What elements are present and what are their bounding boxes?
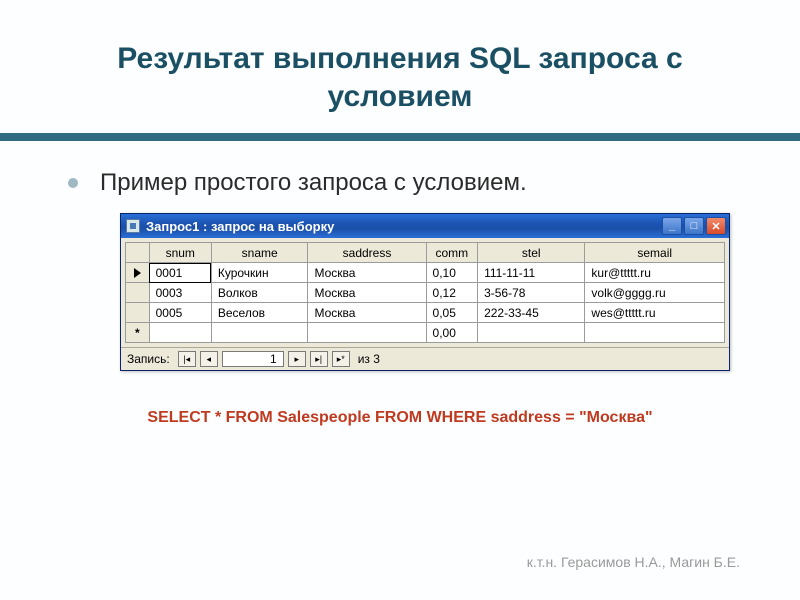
table-row[interactable]: 0001 Курочкин Москва 0,10 111-11-11 kur@… (126, 263, 725, 283)
maximize-button[interactable]: □ (684, 217, 704, 235)
cell-comm[interactable]: 0,05 (426, 303, 478, 323)
nav-prev-button[interactable]: ◂ (200, 351, 218, 367)
slide-footer: к.т.н. Герасимов Н.А., Магин Б.Е. (527, 554, 740, 570)
col-sname[interactable]: sname (211, 243, 308, 263)
header-row: snum sname saddress comm stel semail (126, 243, 725, 263)
cell-sname[interactable]: Веселов (211, 303, 308, 323)
cell-sname[interactable] (211, 323, 308, 343)
cell-saddress[interactable]: Москва (308, 303, 426, 323)
minimize-button[interactable]: _ (662, 217, 682, 235)
cell-semail[interactable]: kur@ttttt.ru (585, 263, 725, 283)
sql-statement: SELECT * FROM Salespeople FROM WHERE sad… (0, 409, 800, 427)
cell-sname[interactable]: Курочкин (211, 263, 308, 283)
table-row[interactable]: 0003 Волков Москва 0,12 3-56-78 volk@ggg… (126, 283, 725, 303)
result-grid[interactable]: snum sname saddress comm stel semail 000… (125, 242, 725, 343)
cell-stel[interactable] (478, 323, 585, 343)
cell-stel[interactable]: 111-11-11 (478, 263, 585, 283)
access-query-window: Запрос1 : запрос на выборку _ □ ✕ snum s… (120, 213, 730, 371)
col-stel[interactable]: stel (478, 243, 585, 263)
title-underline (0, 133, 800, 141)
col-saddress[interactable]: saddress (308, 243, 426, 263)
cell-semail[interactable] (585, 323, 725, 343)
record-navigator: Запись: |◂ ◂ 1 ▸ ▸| ▸* из 3 (121, 347, 729, 370)
cell-saddress[interactable] (308, 323, 426, 343)
nav-first-button[interactable]: |◂ (178, 351, 196, 367)
bullet-text: Пример простого запроса с условием. (100, 169, 527, 197)
window-title: Запрос1 : запрос на выборку (146, 219, 662, 234)
row-indicator (126, 283, 150, 303)
cell-semail[interactable]: volk@gggg.ru (585, 283, 725, 303)
table-row-new[interactable]: * 0,00 (126, 323, 725, 343)
nav-total: из 3 (358, 352, 380, 366)
cell-snum[interactable]: 0001 (149, 263, 211, 283)
window-icon (126, 219, 140, 233)
window-titlebar[interactable]: Запрос1 : запрос на выборку _ □ ✕ (121, 214, 729, 238)
col-snum[interactable]: snum (149, 243, 211, 263)
cell-stel[interactable]: 3-56-78 (478, 283, 585, 303)
cell-snum[interactable]: 0003 (149, 283, 211, 303)
col-comm[interactable]: comm (426, 243, 478, 263)
nav-new-button[interactable]: ▸* (332, 351, 350, 367)
row-indicator-new: * (126, 323, 150, 343)
cell-comm[interactable]: 0,12 (426, 283, 478, 303)
row-indicator-current (126, 263, 150, 283)
nav-next-button[interactable]: ▸ (288, 351, 306, 367)
cell-comm[interactable]: 0,10 (426, 263, 478, 283)
table-row[interactable]: 0005 Веселов Москва 0,05 222-33-45 wes@t… (126, 303, 725, 323)
bullet-icon (68, 178, 78, 188)
nav-position[interactable]: 1 (222, 351, 284, 367)
bullet-row: Пример простого запроса с условием. (0, 169, 800, 209)
cell-stel[interactable]: 222-33-45 (478, 303, 585, 323)
cell-saddress[interactable]: Москва (308, 263, 426, 283)
cell-comm[interactable]: 0,00 (426, 323, 478, 343)
cell-sname[interactable]: Волков (211, 283, 308, 303)
grid-wrap: snum sname saddress comm stel semail 000… (121, 238, 729, 347)
nav-last-button[interactable]: ▸| (310, 351, 328, 367)
col-semail[interactable]: semail (585, 243, 725, 263)
close-button[interactable]: ✕ (706, 217, 726, 235)
corner-cell (126, 243, 150, 263)
cell-semail[interactable]: wes@ttttt.ru (585, 303, 725, 323)
row-indicator (126, 303, 150, 323)
cell-saddress[interactable]: Москва (308, 283, 426, 303)
cell-snum[interactable]: 0005 (149, 303, 211, 323)
cell-snum[interactable] (149, 323, 211, 343)
nav-label: Запись: (127, 352, 170, 366)
slide-title: Результат выполнения SQL запроса с услов… (0, 0, 800, 133)
